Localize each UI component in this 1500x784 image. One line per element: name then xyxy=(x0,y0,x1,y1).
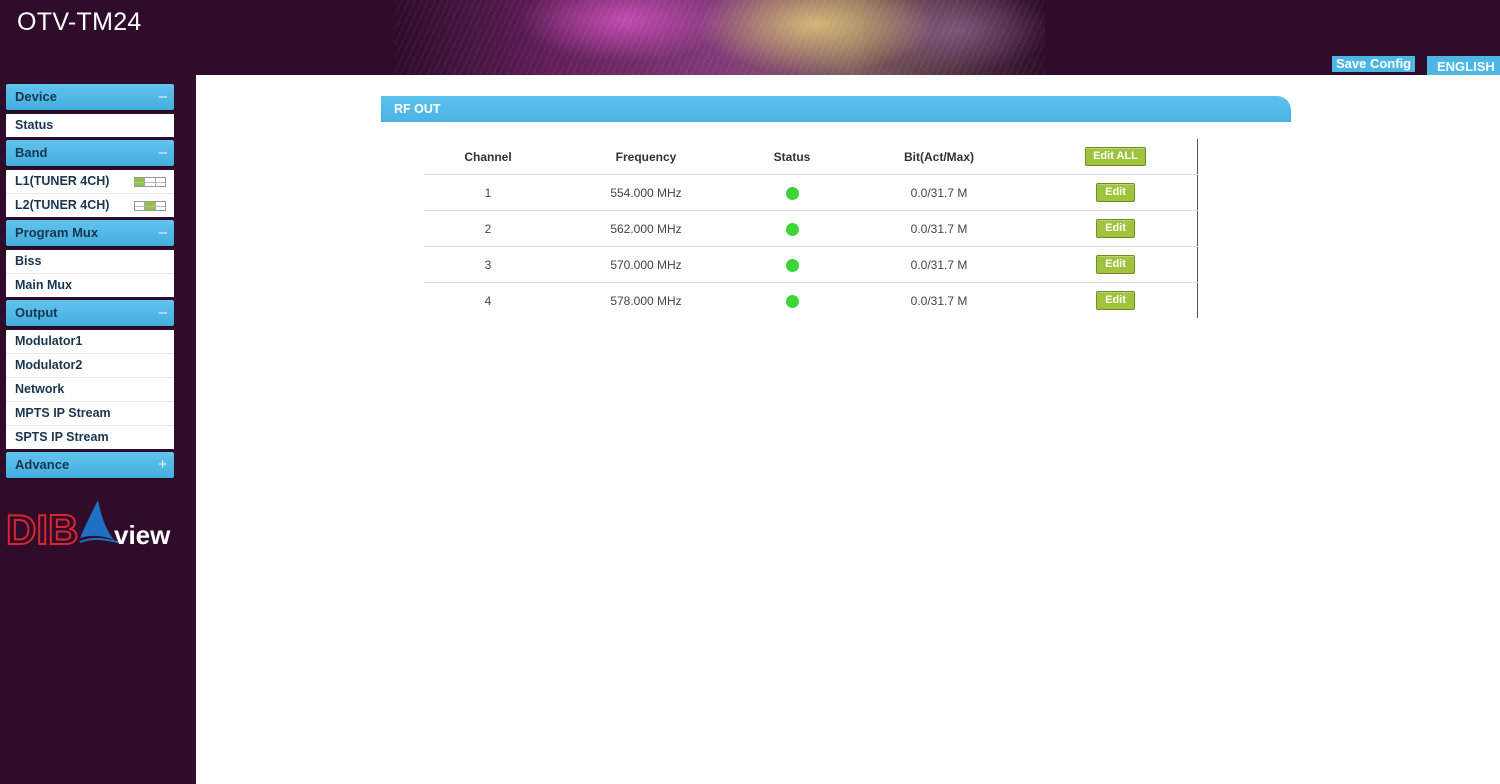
sidebar-item-biss[interactable]: Biss xyxy=(6,250,174,274)
sidebar-group-band-items: L1(TUNER 4CH) L2(TUNER 4CH) xyxy=(6,170,174,217)
collapse-icon[interactable]: – xyxy=(159,300,167,326)
panel-title: RF OUT xyxy=(381,96,1291,122)
cell-bit: 0.0/31.7 M xyxy=(910,293,968,308)
dibview-logo: DIB view xyxy=(6,500,171,548)
collapse-icon[interactable]: – xyxy=(159,140,167,166)
sidebar-nav: Device – Status Band – L1(TUNER 4CH) L2(… xyxy=(6,84,174,478)
sidebar-item-l1-tuner[interactable]: L1(TUNER 4CH) xyxy=(6,170,174,194)
cell-status xyxy=(740,174,844,211)
sidebar-item-mpts-ip-stream[interactable]: MPTS IP Stream xyxy=(6,402,174,426)
group-label: Device xyxy=(15,89,57,104)
group-label: Program Mux xyxy=(15,225,99,240)
column-header-actions: Edit ALL xyxy=(1034,139,1198,175)
expand-icon[interactable]: + xyxy=(158,452,167,478)
edit-button[interactable]: Edit xyxy=(1096,291,1135,310)
sidebar-item-network[interactable]: Network xyxy=(6,378,174,402)
status-indicator-icon xyxy=(785,294,799,308)
status-indicator-icon xyxy=(785,222,799,236)
sail-icon xyxy=(80,500,114,540)
band-slot-icon xyxy=(134,177,166,187)
device-title: OTV-TM24 xyxy=(17,8,142,36)
sidebar-item-label: L2(TUNER 4CH) xyxy=(15,198,110,212)
cell-channel: 2 xyxy=(424,210,552,247)
sidebar-group-advance[interactable]: Advance + xyxy=(6,452,174,478)
logo-text-left: DIB xyxy=(6,506,78,548)
cell-status xyxy=(740,246,844,283)
cell-action: Edit xyxy=(1034,174,1198,211)
edit-all-button[interactable]: Edit ALL xyxy=(1085,147,1146,166)
cell-status xyxy=(740,210,844,247)
column-header-channel: Channel xyxy=(424,139,552,175)
banner-artwork xyxy=(395,0,1045,75)
sidebar-group-program-mux[interactable]: Program Mux – xyxy=(6,220,174,246)
sidebar-item-main-mux[interactable]: Main Mux xyxy=(6,274,174,297)
edit-button[interactable]: Edit xyxy=(1096,183,1135,202)
cell-frequency: 562.000 MHz xyxy=(552,210,740,247)
cell-frequency: 554.000 MHz xyxy=(552,174,740,211)
table-row: 4 578.000 MHz 0.0/31.7 M Edit xyxy=(424,283,1198,319)
cell-action: Edit xyxy=(1034,210,1198,247)
cell-channel: 1 xyxy=(424,174,552,211)
sidebar-item-l2-tuner[interactable]: L2(TUNER 4CH) xyxy=(6,194,174,217)
cell-action: Edit xyxy=(1034,246,1198,283)
band-slot-icon xyxy=(134,201,166,211)
column-header-frequency: Frequency xyxy=(552,139,740,175)
edit-button[interactable]: Edit xyxy=(1096,255,1135,274)
rf-out-table: Channel Frequency Status Bit(Act/Max) Ed… xyxy=(424,139,1198,318)
sidebar-item-modulator2[interactable]: Modulator2 xyxy=(6,354,174,378)
cell-bit: 0.0/31.7 M xyxy=(844,174,1034,211)
logo-text-right: view xyxy=(114,520,171,548)
top-banner: OTV-TM24 Save Config ENGLISH xyxy=(0,0,1500,75)
collapse-icon[interactable]: – xyxy=(159,84,167,110)
cell-bit: 0.0/31.7 M xyxy=(844,246,1034,283)
group-label: Output xyxy=(15,305,58,320)
sidebar-group-device-items: Status xyxy=(6,114,174,137)
sidebar-group-output[interactable]: Output – xyxy=(6,300,174,326)
language-selector[interactable]: ENGLISH xyxy=(1427,56,1500,75)
status-indicator-icon xyxy=(785,258,799,272)
main-content: RF OUT Channel Frequency Status Bit(Act/… xyxy=(196,75,1500,784)
collapse-icon[interactable]: – xyxy=(159,220,167,246)
table-row: 2 562.000 MHz 0.0/31.7 M Edit xyxy=(424,210,1198,247)
sidebar-group-program-mux-items: Biss Main Mux xyxy=(6,250,174,297)
table-header-row: Channel Frequency Status Bit(Act/Max) Ed… xyxy=(424,139,1198,175)
cell-status xyxy=(740,283,844,319)
sidebar-group-band[interactable]: Band – xyxy=(6,140,174,166)
cell-frequency: 578.000 MHz xyxy=(610,293,682,308)
cell-channel: 3 xyxy=(424,246,552,283)
column-header-bit: Bit(Act/Max) xyxy=(844,139,1034,175)
sidebar-item-label: L1(TUNER 4CH) xyxy=(15,174,110,188)
sidebar-item-status[interactable]: Status xyxy=(6,114,174,137)
cell-action: Edit xyxy=(1034,283,1198,319)
table-row: 3 570.000 MHz 0.0/31.7 M Edit xyxy=(424,246,1198,283)
sidebar-group-output-items: Modulator1 Modulator2 Network MPTS IP St… xyxy=(6,330,174,449)
save-config-button[interactable]: Save Config xyxy=(1332,56,1416,72)
cell-channel: 4 xyxy=(484,293,492,308)
sidebar-item-spts-ip-stream[interactable]: SPTS IP Stream xyxy=(6,426,174,449)
sidebar-group-device[interactable]: Device – xyxy=(6,84,174,110)
cell-frequency: 570.000 MHz xyxy=(552,246,740,283)
sidebar-item-modulator1[interactable]: Modulator1 xyxy=(6,330,174,354)
group-label: Band xyxy=(15,145,48,160)
group-label: Advance xyxy=(15,457,70,472)
edit-button[interactable]: Edit xyxy=(1096,219,1135,238)
column-header-status: Status xyxy=(740,139,844,175)
status-indicator-icon xyxy=(785,186,799,200)
cell-bit: 0.0/31.7 M xyxy=(844,210,1034,247)
table-row: 1 554.000 MHz 0.0/31.7 M Edit xyxy=(424,174,1198,211)
